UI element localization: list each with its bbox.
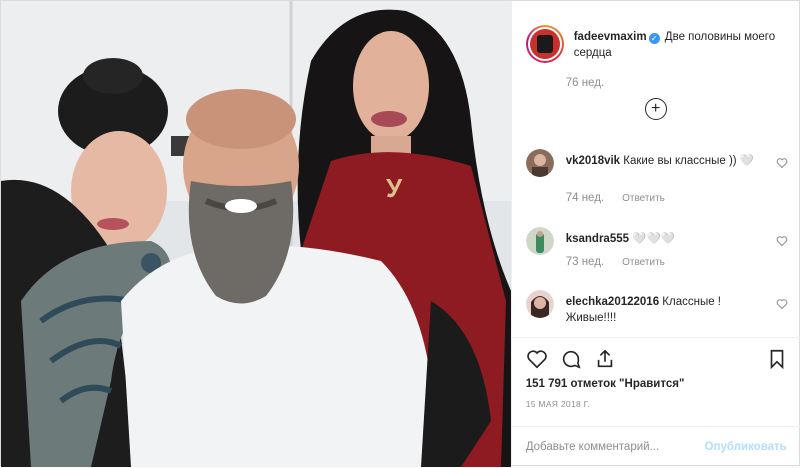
comment-body: Какие вы классные )) 🤍 [623, 155, 755, 167]
save-bookmark-icon[interactable] [766, 348, 788, 370]
like-heart-icon[interactable] [526, 348, 548, 370]
action-bar [526, 348, 788, 372]
instagram-post: У fadeevmaxim ✓ Две половины моего сердца [0, 0, 800, 468]
post-date: 15 МАЯ 2018 Г. [525, 399, 591, 409]
comment-avatar[interactable] [525, 227, 554, 255]
comment-avatar[interactable] [525, 290, 554, 318]
heart-icon[interactable] [776, 298, 788, 310]
svg-text:У: У [386, 173, 403, 203]
plus-icon: + [651, 100, 661, 117]
heart-icon[interactable] [776, 235, 788, 247]
author-username[interactable]: fadeevmaxim [574, 31, 647, 43]
load-more-comments-button[interactable]: + [644, 98, 667, 120]
share-icon[interactable] [594, 348, 616, 370]
comment-bubble-icon[interactable] [560, 348, 582, 370]
post-photo[interactable]: У [1, 1, 511, 467]
comment-meta: 73 нед. Ответить [566, 256, 665, 268]
comment-text: ksandra555 🤍🤍🤍 [566, 231, 766, 247]
photo-illustration: У [1, 1, 511, 467]
likes-count[interactable]: 151 791 отметок "Нравится" [526, 378, 685, 390]
comment-username[interactable]: elechka20122016 [566, 296, 659, 308]
caption-timestamp[interactable]: 76 нед. [566, 77, 604, 89]
comment-avatar[interactable] [525, 149, 554, 177]
comment-input[interactable]: Добавьте комментарий... [526, 441, 659, 453]
comment-username[interactable]: vk2018vik [566, 155, 620, 167]
reply-button[interactable]: Ответить [622, 193, 665, 204]
comment-body: 🤍🤍🤍 [632, 233, 676, 245]
comment-text: elechka20122016 Классные ! Живые!!!! [566, 294, 766, 326]
post-caption: fadeevmaxim ✓ Две половины моего сердца [525, 25, 788, 63]
post-side-panel: fadeevmaxim ✓ Две половины моего сердца 7… [510, 1, 800, 468]
author-avatar[interactable] [525, 25, 564, 63]
comment-time[interactable]: 73 нед. [566, 256, 604, 268]
caption-text: fadeevmaxim ✓ Две половины моего сердца [574, 29, 788, 63]
add-comment-bar: Добавьте комментарий... Опубликовать [511, 426, 800, 468]
comment-text: vk2018vik Какие вы классные )) 🤍 [566, 153, 766, 169]
reply-button[interactable]: Ответить [622, 257, 665, 268]
comment-time[interactable]: 74 нед. [566, 192, 604, 204]
publish-button[interactable]: Опубликовать [705, 441, 787, 453]
verified-badge-icon: ✓ [648, 33, 660, 44]
comment-username[interactable]: ksandra555 [566, 233, 629, 245]
comment-meta: 74 нед. Ответить [566, 192, 665, 204]
post-actions: 151 791 отметок "Нравится" 15 МАЯ 2018 Г… [511, 337, 800, 468]
heart-icon[interactable] [776, 157, 788, 169]
